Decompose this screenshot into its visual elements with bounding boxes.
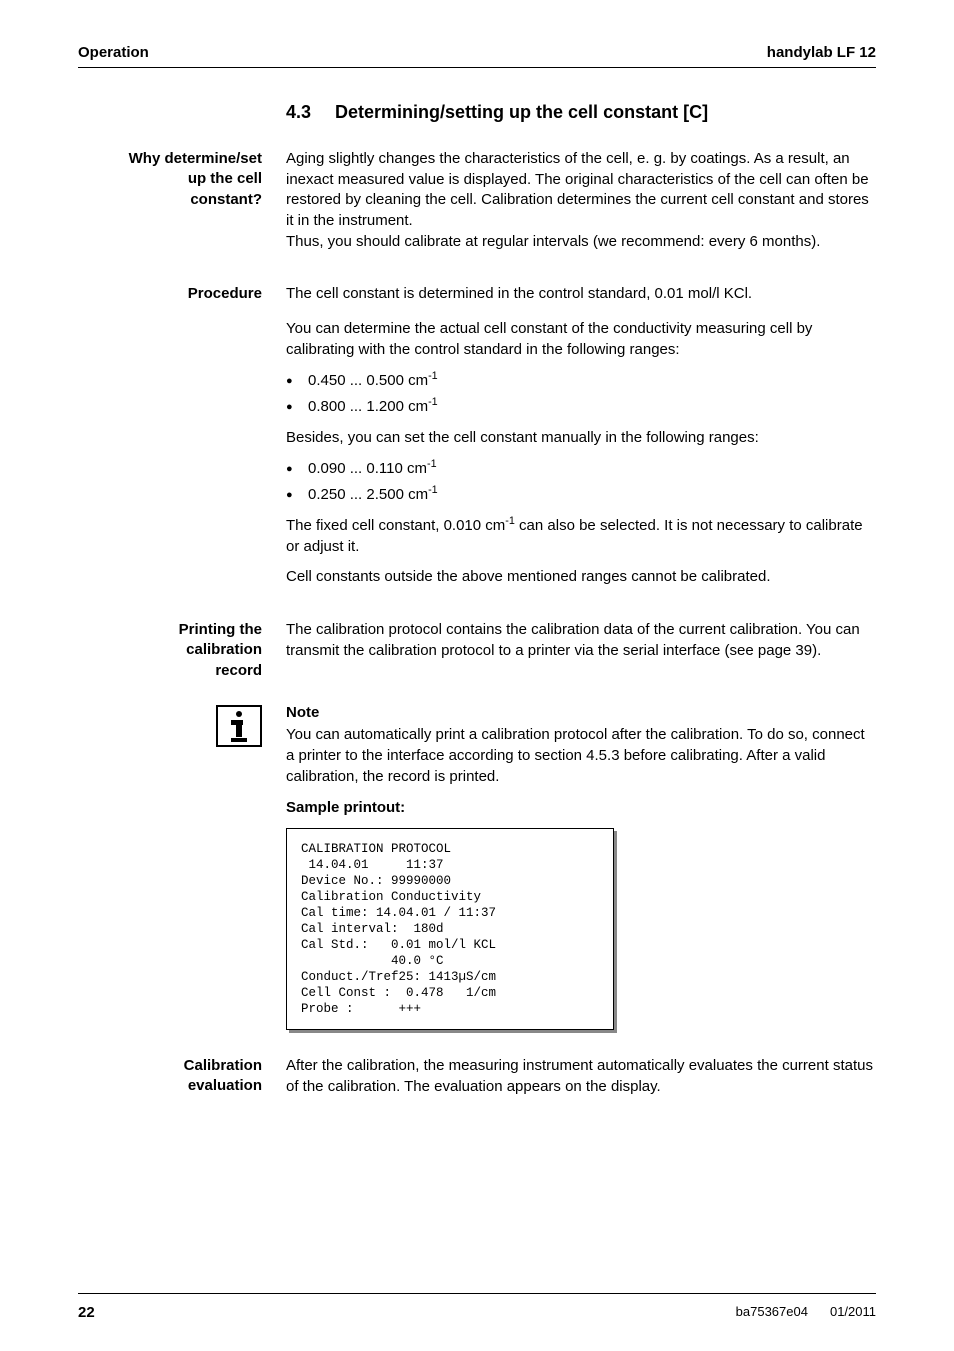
margin-text: evaluation <box>188 1077 262 1094</box>
range-value: 0.450 ... 0.500 cm <box>308 372 428 389</box>
why-para2: Thus, you should calibrate at regular in… <box>286 232 876 253</box>
margin-text: Printing the <box>179 621 262 638</box>
margin-text: calibration <box>186 641 262 658</box>
margin-info-icon <box>78 703 286 1030</box>
section-title: Determining/setting up the cell constant… <box>335 102 708 122</box>
why-para1: Aging slightly changes the characteristi… <box>286 149 876 232</box>
range-exp: -1 <box>427 458 437 470</box>
section-number: 4.3 <box>286 102 311 123</box>
procedure-line3: Besides, you can set the cell constant m… <box>286 428 876 449</box>
range-exp: -1 <box>428 370 438 382</box>
info-icon <box>216 705 262 747</box>
margin-procedure: Procedure <box>78 284 286 598</box>
header-right: handylab LF 12 <box>767 44 876 61</box>
margin-text: Why determine/set <box>129 150 262 167</box>
range-item: 0.090 ... 0.110 cm-1 <box>286 459 876 480</box>
footer-date: 01/2011 <box>830 1304 876 1321</box>
margin-printing: Printing the calibration record <box>78 620 286 681</box>
note-text: You can automatically print a calibratio… <box>286 725 876 787</box>
fixed-exp: -1 <box>505 515 515 527</box>
fixed-constant: The fixed cell constant, 0.010 cm-1 can … <box>286 516 876 557</box>
page-number: 22 <box>78 1304 95 1321</box>
margin-text: up the cell <box>188 170 262 187</box>
sample-printout: CALIBRATION PROTOCOL 14.04.01 11:37 Devi… <box>286 828 614 1030</box>
calib-eval-text: After the calibration, the measuring ins… <box>286 1056 876 1097</box>
page-footer: 22 ba75367e04 01/2011 <box>78 1293 876 1321</box>
range-exp: -1 <box>428 396 438 408</box>
range-value: 0.250 ... 2.500 cm <box>308 486 428 503</box>
margin-text: constant? <box>190 191 262 208</box>
margin-text: Procedure <box>188 285 262 302</box>
procedure-line1: The cell constant is determined in the c… <box>286 284 876 305</box>
outside-range: Cell constants outside the above mention… <box>286 567 876 588</box>
note-title: Note <box>286 703 876 724</box>
range-value: 0.090 ... 0.110 cm <box>308 460 427 477</box>
fixed-text-a: The fixed cell constant, 0.010 cm <box>286 517 505 534</box>
procedure-line2: You can determine the actual cell consta… <box>286 319 876 360</box>
margin-calib-eval: Calibration evaluation <box>78 1056 286 1107</box>
section-heading: 4.3 Determining/setting up the cell const… <box>286 102 876 123</box>
margin-text: Calibration <box>184 1057 262 1074</box>
margin-why: Why determine/set up the cell constant? <box>78 149 286 262</box>
range-exp: -1 <box>428 484 438 496</box>
header-left: Operation <box>78 44 149 61</box>
range-item: 0.450 ... 0.500 cm-1 <box>286 371 876 392</box>
margin-text: record <box>215 662 262 679</box>
range-item: 0.250 ... 2.500 cm-1 <box>286 485 876 506</box>
range-item: 0.800 ... 1.200 cm-1 <box>286 397 876 418</box>
range-value: 0.800 ... 1.200 cm <box>308 398 428 415</box>
footer-code: ba75367e04 <box>736 1304 808 1321</box>
sample-title: Sample printout: <box>286 798 876 819</box>
printing-text: The calibration protocol contains the ca… <box>286 620 876 661</box>
